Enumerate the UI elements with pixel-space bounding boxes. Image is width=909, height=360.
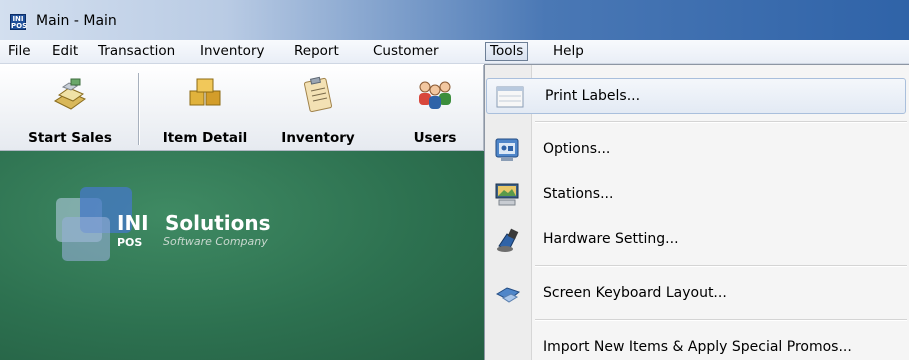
toolbar-separator: [138, 73, 140, 145]
logo-tagline: Software Company: [163, 235, 268, 248]
window-title: Main - Main: [36, 13, 117, 29]
menu-item-label: Hardware Setting...: [543, 231, 679, 247]
item-detail-label: Item Detail: [162, 130, 248, 146]
keyboard-icon: [495, 287, 521, 303]
menu-separator: [535, 319, 907, 321]
logo-name: Solutions: [165, 211, 271, 235]
cash-register-icon: [53, 78, 87, 110]
menu-item-label: Import New Items & Apply Special Promos.…: [543, 339, 852, 355]
logo-mark: INI: [117, 211, 149, 235]
menu-item-import-new-items[interactable]: Import New Items & Apply Special Promos.…: [485, 330, 909, 360]
menu-bar: File Edit Transaction Inventory Report C…: [0, 40, 909, 64]
clipboard-icon: [303, 76, 333, 113]
inventory-button[interactable]: Inventory: [268, 71, 368, 149]
menu-report[interactable]: Report: [292, 43, 341, 62]
menu-transaction[interactable]: Transaction: [96, 43, 177, 62]
menu-edit[interactable]: Edit: [50, 43, 80, 62]
menu-item-label: Options...: [543, 141, 611, 157]
menu-item-label: Print Labels...: [545, 88, 641, 104]
item-detail-button[interactable]: Item Detail: [149, 71, 261, 149]
menu-tools[interactable]: Tools: [485, 42, 529, 61]
menu-item-print-labels[interactable]: Print Labels...: [486, 78, 906, 114]
menu-item-stations[interactable]: Stations...: [485, 177, 909, 213]
tools-dropdown-menu: Print Labels... Options... Stations... H…: [484, 64, 909, 360]
window-titlebar: INI POS Main - Main: [0, 0, 909, 40]
hardware-icon: [497, 228, 519, 252]
options-window-icon: [495, 138, 519, 161]
ini-pos-app-icon: INI POS: [10, 14, 28, 30]
users-label: Users: [413, 130, 457, 146]
start-sales-label: Start Sales: [28, 130, 112, 146]
menu-inventory[interactable]: Inventory: [198, 43, 266, 62]
users-icon: [419, 81, 451, 109]
boxes-icon: [189, 78, 221, 106]
label-sheet-icon: [496, 86, 524, 108]
start-sales-button[interactable]: Start Sales: [8, 71, 132, 149]
menu-item-screen-keyboard-layout[interactable]: Screen Keyboard Layout...: [485, 276, 909, 312]
menu-item-options[interactable]: Options...: [485, 132, 909, 168]
station-computer-icon: [495, 183, 519, 206]
inventory-label: Inventory: [281, 130, 355, 146]
main-workspace: INI POS Solutions Software Company: [0, 151, 484, 360]
logo-sub-mark: POS: [117, 236, 143, 249]
menu-separator: [535, 121, 907, 123]
users-button[interactable]: Users: [400, 71, 470, 149]
menu-item-hardware-setting[interactable]: Hardware Setting...: [485, 222, 909, 258]
menu-item-label: Stations...: [543, 186, 614, 202]
menu-help[interactable]: Help: [551, 43, 586, 62]
menu-separator: [535, 265, 907, 267]
menu-file[interactable]: File: [6, 43, 33, 62]
menu-customer[interactable]: Customer: [371, 43, 441, 62]
toolbar: Start Sales Item Detail Inventory Users: [0, 65, 484, 151]
logo-shape: [62, 217, 110, 261]
menu-item-label: Screen Keyboard Layout...: [543, 285, 727, 301]
